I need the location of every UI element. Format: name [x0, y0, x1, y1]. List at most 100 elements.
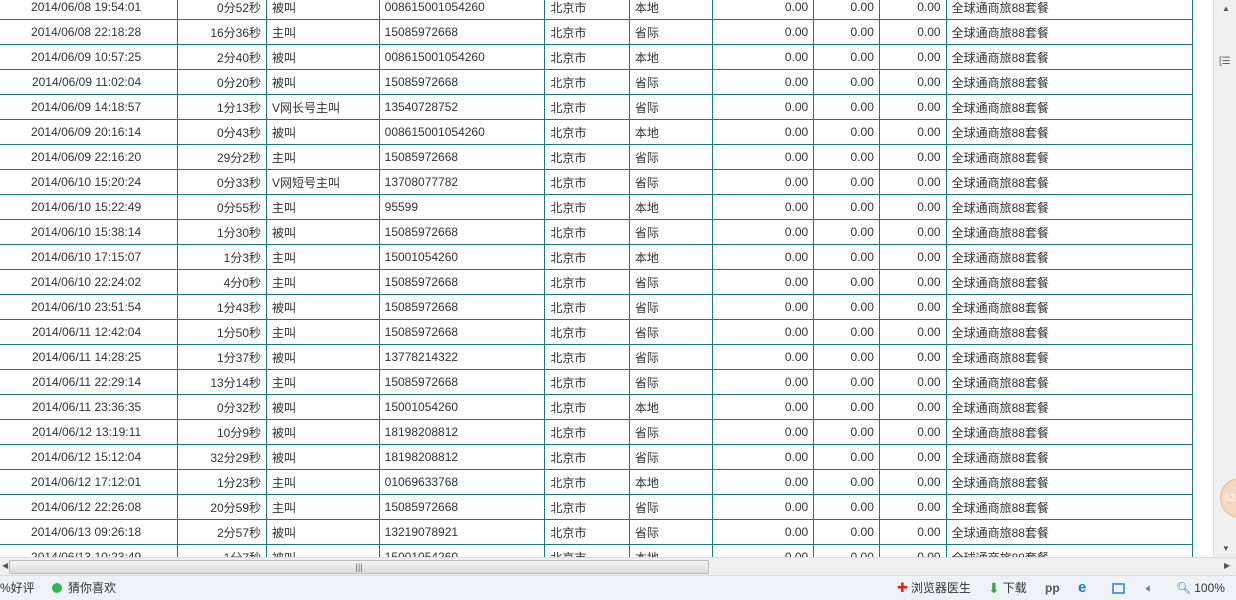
fee-2-cell: 0.00 [813, 319, 880, 345]
fee-1-cell: 0.00 [711, 319, 815, 345]
call-type-cell: 被叫 [266, 444, 380, 470]
download-button[interactable]: ⬇ 下载 [988, 576, 1027, 600]
fee-3-cell: 0.00 [878, 494, 947, 520]
call-type-cell: 被叫 [266, 44, 380, 70]
table-row: 2014/06/09 22:16:20 29分2秒 主叫 15085972668 北京市… [0, 144, 1194, 170]
call-type-cell: 主叫 [266, 369, 380, 395]
scroll-left-arrow-icon[interactable]: ◀ [2, 561, 8, 570]
duration-cell: 0分43秒 [177, 119, 268, 145]
duration-cell: 1分50秒 [177, 319, 268, 345]
call-time-cell: 2014/06/09 14:18:57 [0, 94, 179, 120]
guess-label: 猜你喜欢 [68, 581, 117, 595]
fee-1-cell: 0.00 [711, 19, 815, 45]
call-category-cell: 省际 [628, 419, 713, 445]
fee-2-cell: 0.00 [813, 369, 880, 395]
table-row: 2014/06/10 15:20:24 0分33秒 V网短号主叫 1370807778… [0, 169, 1194, 195]
fee-3-cell: 0.00 [878, 419, 947, 445]
zoom-control[interactable]: 🔍︎ 100% [1176, 576, 1225, 600]
location-cell: 北京市 [544, 394, 630, 420]
plan-name-cell: 全球通商旅88套餐 [945, 344, 1194, 370]
fee-3-cell: 0.00 [878, 144, 947, 170]
call-time-cell: 2014/06/11 22:29:14 [0, 369, 179, 395]
fee-3-cell: 0.00 [878, 194, 947, 220]
other-number-cell: 18198208812 [378, 419, 546, 445]
call-type-cell: 主叫 [266, 244, 380, 270]
call-time-cell: 2014/06/09 11:02:04 [0, 69, 179, 95]
call-category-cell: 本地 [628, 194, 713, 220]
magnifier-icon: 🔍︎ [1176, 581, 1192, 595]
call-records-table: 2014/06/08 19:54:01 0分52秒 被叫 00861500105426… [0, 0, 1194, 557]
location-cell: 北京市 [544, 319, 630, 345]
call-category-cell: 本地 [628, 394, 713, 420]
table-row: 2014/06/10 22:24:02 4分0秒 主叫 15085972668 北京市省… [0, 269, 1194, 295]
speaker-icon[interactable]: 🔈︎ [1146, 576, 1153, 600]
ie-icon[interactable]: e [1078, 576, 1086, 600]
rating-label[interactable]: %好评 [0, 576, 35, 600]
fee-1-cell: 0.00 [711, 419, 815, 445]
fee-1-cell: 0.00 [711, 544, 815, 557]
location-cell: 北京市 [544, 19, 630, 45]
call-type-cell: 主叫 [266, 494, 380, 520]
duration-cell: 13分14秒 [177, 369, 268, 395]
location-cell: 北京市 [544, 544, 630, 557]
plan-name-cell: 全球通商旅88套餐 [945, 244, 1194, 270]
doctor-label: 浏览器医生 [910, 581, 971, 595]
location-cell: 北京市 [544, 444, 630, 470]
plan-name-cell: 全球通商旅88套餐 [945, 219, 1194, 245]
fee-3-cell: 0.00 [878, 169, 947, 195]
fee-2-cell: 0.00 [813, 0, 880, 20]
call-category-cell: 省际 [628, 294, 713, 320]
call-category-cell: 本地 [628, 544, 713, 557]
other-number-cell: 008615001054260 [378, 119, 546, 145]
call-category-cell: 本地 [628, 244, 713, 270]
location-cell: 北京市 [544, 269, 630, 295]
plan-name-cell: 全球通商旅88套餐 [945, 194, 1194, 220]
fee-3-cell: 0.00 [878, 219, 947, 245]
other-number-cell: 13778214322 [378, 344, 546, 370]
fee-1-cell: 0.00 [711, 469, 815, 495]
guess-you-like-button[interactable]: 猜你喜欢 [52, 576, 116, 600]
call-type-cell: 主叫 [266, 469, 380, 495]
duration-cell: 32分29秒 [177, 444, 268, 470]
duration-cell: 1分30秒 [177, 219, 268, 245]
location-cell: 北京市 [544, 469, 630, 495]
fee-2-cell: 0.00 [813, 19, 880, 45]
call-category-cell: 本地 [628, 44, 713, 70]
scroll-right-arrow-icon[interactable]: ▶ [1224, 561, 1230, 570]
fee-3-cell: 0.00 [878, 244, 947, 270]
duration-cell: 1分43秒 [177, 294, 268, 320]
fee-2-cell: 0.00 [813, 344, 880, 370]
duration-cell: 20分59秒 [177, 494, 268, 520]
browser-doctor-button[interactable]: ✚ 浏览器医生 [897, 576, 971, 600]
call-category-cell: 省际 [628, 444, 713, 470]
fee-1-cell: 0.00 [711, 294, 815, 320]
status-bar: %好评 猜你喜欢 ✚ 浏览器医生 ⬇ 下载 pp e 🔈︎ 🔍︎ 100% [0, 575, 1236, 600]
scroll-thumb[interactable]: ||| [9, 560, 709, 574]
call-type-cell: V网短号主叫 [266, 169, 380, 195]
call-type-cell: 被叫 [266, 119, 380, 145]
plan-name-cell: 全球通商旅88套餐 [945, 44, 1194, 70]
fee-3-cell: 0.00 [878, 119, 947, 145]
call-type-cell: 被叫 [266, 69, 380, 95]
call-time-cell: 2014/06/08 19:54:01 [0, 0, 179, 20]
table-row: 2014/06/09 14:18:57 1分13秒 V网长号主叫 1354072875… [0, 94, 1194, 120]
fee-1-cell: 0.00 [711, 194, 815, 220]
table-row: 2014/06/09 20:16:14 0分43秒 被叫 00861500105426… [0, 119, 1194, 145]
horizontal-scrollbar[interactable]: ◀ ||| ▶ [0, 557, 1236, 575]
call-type-cell: 被叫 [266, 219, 380, 245]
plan-name-cell: 全球通商旅88套餐 [945, 544, 1194, 557]
vertical-scrollbar[interactable]: ▲ [☰ ▼ [1213, 0, 1236, 557]
scroll-up-arrow-icon[interactable]: ▲ [1222, 4, 1230, 13]
other-number-cell: 15085972668 [378, 19, 546, 45]
call-type-cell: 被叫 [266, 519, 380, 545]
other-number-cell: 15085972668 [378, 144, 546, 170]
page-menu-icon[interactable]: [☰ [1219, 56, 1231, 67]
scroll-down-arrow-icon[interactable]: ▼ [1222, 544, 1230, 553]
plan-name-cell: 全球通商旅88套餐 [945, 319, 1194, 345]
window-icon[interactable] [1112, 582, 1125, 594]
compat-icon[interactable]: pp [1045, 576, 1060, 600]
fee-3-cell: 0.00 [878, 69, 947, 95]
other-number-cell: 15085972668 [378, 219, 546, 245]
plan-name-cell: 全球通商旅88套餐 [945, 494, 1194, 520]
fee-3-cell: 0.00 [878, 444, 947, 470]
